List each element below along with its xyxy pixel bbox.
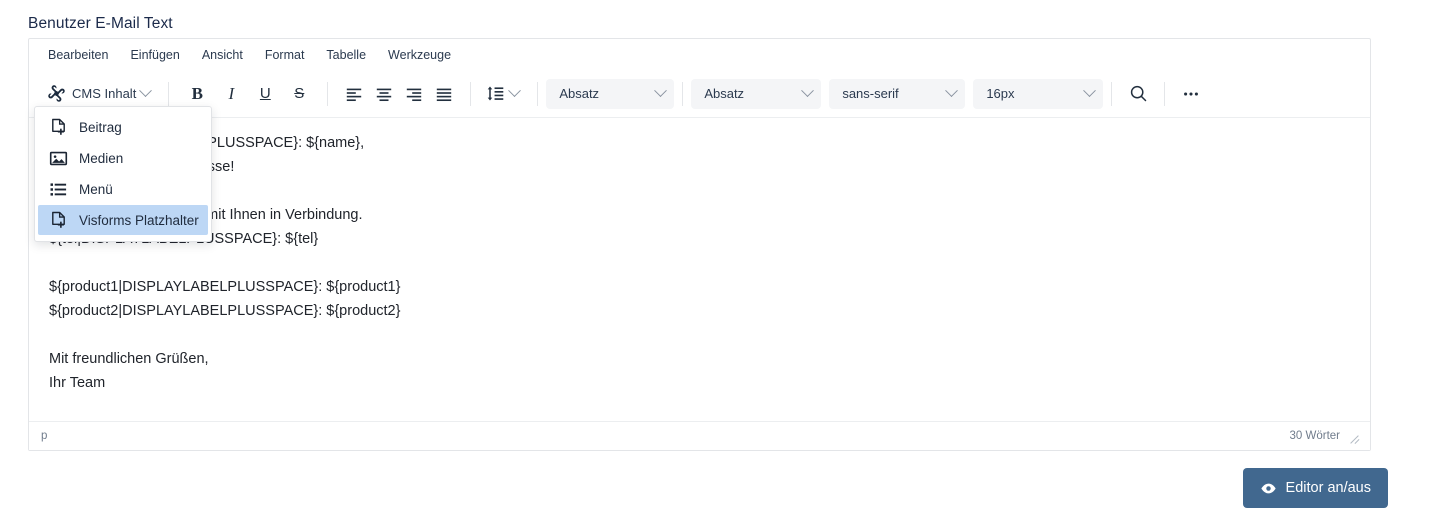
dropdown-label-menu: Menü <box>79 181 113 197</box>
editor-line: Ihr Team <box>49 375 106 391</box>
ellipsis-icon <box>1181 84 1201 104</box>
eye-icon <box>1260 480 1277 497</box>
toolbar-separator <box>537 81 539 106</box>
element-path[interactable]: p <box>41 430 47 442</box>
dropdown-item-menu[interactable]: Menü <box>38 174 208 204</box>
file-plus-icon <box>49 118 68 137</box>
editor-blank-line <box>49 179 1350 203</box>
editor-menubar: Bearbeiten Einfügen Ansicht Format Tabel… <box>29 39 1370 70</box>
underline-button[interactable]: U <box>248 79 282 109</box>
toolbar-separator <box>470 81 472 106</box>
editor-toolbar: CMS Inhalt B I U S Absatz Absatz sans-se… <box>29 70 1370 242</box>
dropdown-label-beitrag: Beitrag <box>79 119 122 135</box>
search-button[interactable] <box>1123 79 1153 109</box>
page-title: Benutzer E-Mail Text <box>28 15 173 32</box>
list-icon <box>49 180 68 199</box>
line-height-icon <box>486 84 505 103</box>
dropdown-item-medien[interactable]: Medien <box>38 143 208 173</box>
menubar-item-insert[interactable]: Einfügen <box>119 44 190 66</box>
font-family-value: sans-serif <box>842 86 899 101</box>
chevron-down-icon <box>945 84 959 98</box>
align-center-button[interactable] <box>369 79 399 109</box>
editor-blank-line <box>49 323 1350 347</box>
font-family-select[interactable]: sans-serif <box>829 78 966 109</box>
line-height-button[interactable] <box>482 79 526 109</box>
toolbar-separator <box>1164 81 1166 106</box>
editor-statusbar: p 30 Wörter <box>29 421 1370 450</box>
toggle-editor-label: Editor an/aus <box>1285 480 1371 496</box>
menubar-item-view[interactable]: Ansicht <box>191 44 254 66</box>
blocks-select-value: Absatz <box>559 86 600 101</box>
dropdown-item-visforms-platzhalter[interactable]: Visforms Platzhalter <box>38 205 208 235</box>
word-count: 30 Wörter <box>1289 430 1341 442</box>
cms-content-dropdown-menu: Beitrag Medien Menü Visforms Platzhalter <box>34 106 212 242</box>
dropdown-label-medien: Medien <box>79 150 124 166</box>
font-size-select[interactable]: 16px <box>973 78 1104 109</box>
statusbar-right: 30 Wörter <box>1290 430 1361 442</box>
editor-line: ${tel|DISPLAYLABELPLUSSPACE}: ${tel} <box>49 231 319 247</box>
align-right-icon <box>405 85 423 103</box>
search-icon <box>1128 83 1149 104</box>
menubar-item-edit[interactable]: Bearbeiten <box>37 44 119 66</box>
cms-content-button[interactable]: CMS Inhalt <box>42 79 157 109</box>
line-height-group <box>475 77 533 111</box>
image-icon <box>49 149 68 168</box>
toggle-editor-button[interactable]: Editor an/aus <box>1242 468 1388 508</box>
strikethrough-button[interactable]: S <box>282 79 316 109</box>
chevron-down-icon <box>1083 84 1097 98</box>
menubar-item-table[interactable]: Tabelle <box>315 44 377 66</box>
editor-line: ${product1|DISPLAYLABELPLUSSPACE}: ${pro… <box>49 279 401 295</box>
align-left-icon <box>345 85 363 103</box>
bold-button[interactable]: B <box>180 79 214 109</box>
chevron-down-icon <box>654 84 668 98</box>
paragraph-style-select[interactable]: Absatz <box>691 78 822 109</box>
alignment-group <box>332 77 466 111</box>
editor-line: Mit freundlichen Grüßen, <box>49 351 209 367</box>
menubar-item-format[interactable]: Format <box>254 44 316 66</box>
cms-content-label: CMS Inhalt <box>72 86 137 101</box>
toolbar-separator <box>1111 81 1113 106</box>
align-justify-icon <box>435 85 453 103</box>
page-root: Benutzer E-Mail Text Bearbeiten Einfügen… <box>0 0 1434 515</box>
toolbar-separator <box>168 81 170 106</box>
more-options-button[interactable] <box>1176 79 1206 109</box>
align-center-icon <box>375 85 393 103</box>
joomla-logo-icon <box>46 83 67 104</box>
editor-line: Wir setzen uns in Kürze mit Ihnen in Ver… <box>49 207 363 223</box>
align-right-button[interactable] <box>399 79 429 109</box>
dropdown-label-visforms-platzhalter: Visforms Platzhalter <box>79 212 199 228</box>
editor-content-area[interactable]: ${name|DISPLAYLABELPLUSSPACE}: ${name}, … <box>29 118 1370 408</box>
file-plus-icon <box>49 211 68 230</box>
toolbar-separator <box>682 81 684 106</box>
editor-line: ${name|DISPLAYLABELPLUSSPACE}: ${name}, <box>49 135 365 151</box>
align-left-button[interactable] <box>339 79 369 109</box>
font-size-value: 16px <box>986 86 1015 101</box>
paragraph-style-value: Absatz <box>704 86 745 101</box>
toolbar-separator <box>327 81 329 106</box>
dropdown-item-beitrag[interactable]: Beitrag <box>38 112 208 142</box>
resize-handle-icon[interactable] <box>1349 431 1360 442</box>
chevron-down-icon <box>508 84 522 98</box>
search-group <box>1116 77 1160 111</box>
more-group <box>1169 77 1213 111</box>
editor-line: vielen Dank für Ihr Interesse! <box>49 155 1350 179</box>
menubar-item-tools[interactable]: Werkzeuge <box>377 44 462 66</box>
italic-button[interactable]: I <box>214 79 248 109</box>
tinymce-editor: Bearbeiten Einfügen Ansicht Format Tabel… <box>28 38 1371 451</box>
chevron-down-icon <box>801 84 815 98</box>
chevron-down-icon <box>139 84 153 98</box>
align-justify-button[interactable] <box>429 79 459 109</box>
blocks-select[interactable]: Absatz <box>546 78 675 109</box>
editor-blank-line <box>49 251 1350 275</box>
editor-line: ${product2|DISPLAYLABELPLUSSPACE}: ${pro… <box>49 303 401 319</box>
